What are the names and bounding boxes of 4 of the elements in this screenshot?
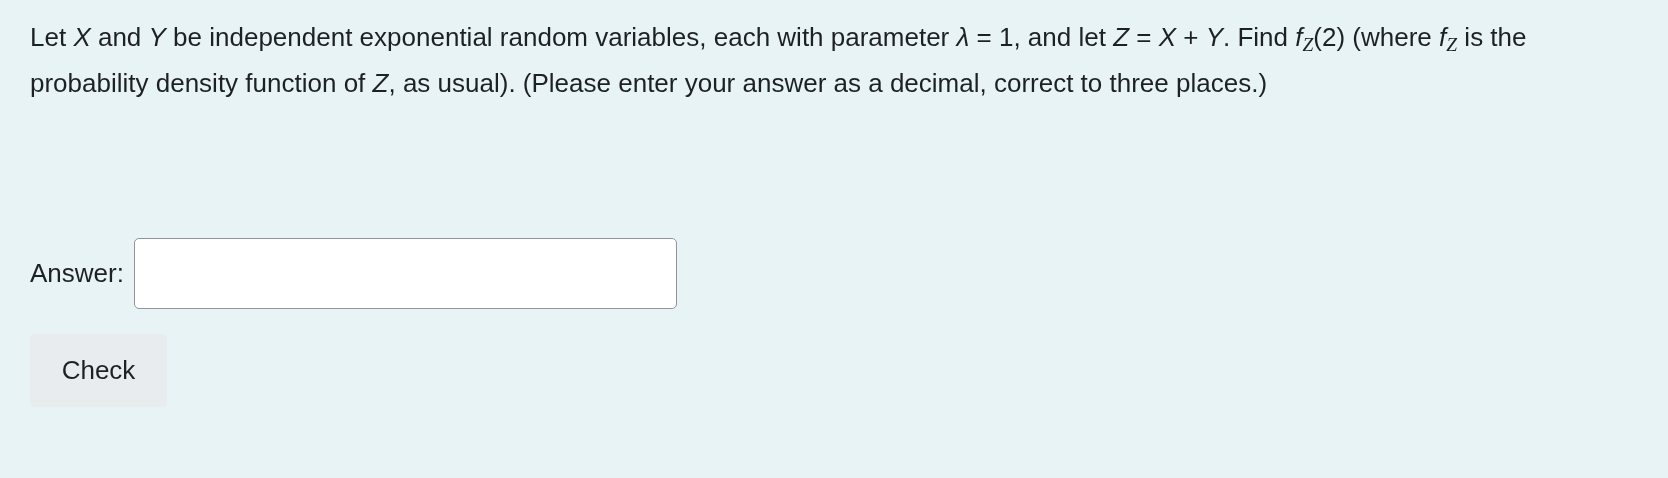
question-text: Let X and Y be independent exponential random variables, each with parameter λ = 1, and let Z = X + Y. Find f$_{Z}$(2) (where f$_{Z}$ is the probability density function of Z, as usual). (Please enter your answer as a decimal, correct to three places.): [30, 21, 1528, 100]
answer-label: Answer:: [30, 257, 124, 290]
check-button[interactable]: Check: [30, 334, 167, 407]
answer-field[interactable]: [133, 238, 677, 309]
